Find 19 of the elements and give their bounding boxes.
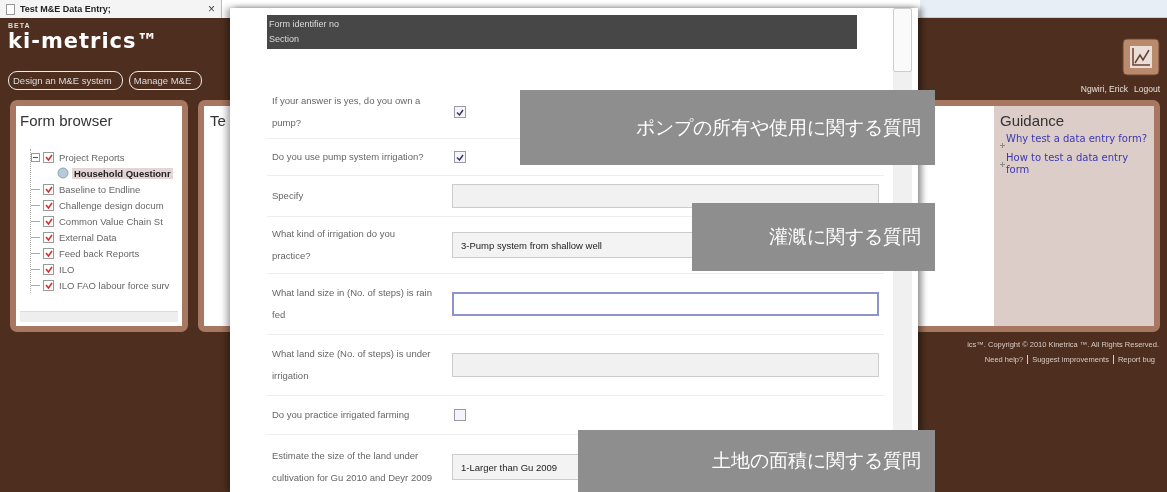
- panel-title: Te: [210, 112, 226, 129]
- caption-overlay: 土地の面積に関する質問: [578, 430, 935, 492]
- question-label: Do you practice irrigated farming: [271, 408, 411, 422]
- header-text: Form identifier no: [269, 18, 341, 31]
- question-label: What land size (No. of steps) is under irrigation: [271, 347, 432, 383]
- question-label: Estimate the size of the land under cultivation for Gu 2010 and Deyr 2009: [271, 449, 433, 485]
- question-label: Specify: [271, 189, 305, 203]
- caption-overlay: ポンプの所有や使用に関する質問: [520, 90, 935, 165]
- question-label: What kind of irrigation do you practice?: [271, 227, 397, 263]
- user-name: Ngwiri, Erick: [1080, 84, 1128, 94]
- header-text: Section: [269, 33, 301, 46]
- panel-title: Form browser: [20, 112, 113, 129]
- tab-title: Test M&E Data Entry;: [20, 4, 112, 14]
- question-label: Do you use pump system irrigation?: [271, 150, 425, 164]
- brand-name: ki-metrics™: [8, 29, 160, 53]
- panel-title: Guidance: [1000, 112, 1065, 129]
- question-label: If your answer is yes, do you own a pump?: [271, 94, 422, 130]
- question-label: What land size in (No. of steps) is rain fed: [271, 286, 433, 322]
- caption-overlay: 灌漑に関する質問: [692, 203, 935, 271]
